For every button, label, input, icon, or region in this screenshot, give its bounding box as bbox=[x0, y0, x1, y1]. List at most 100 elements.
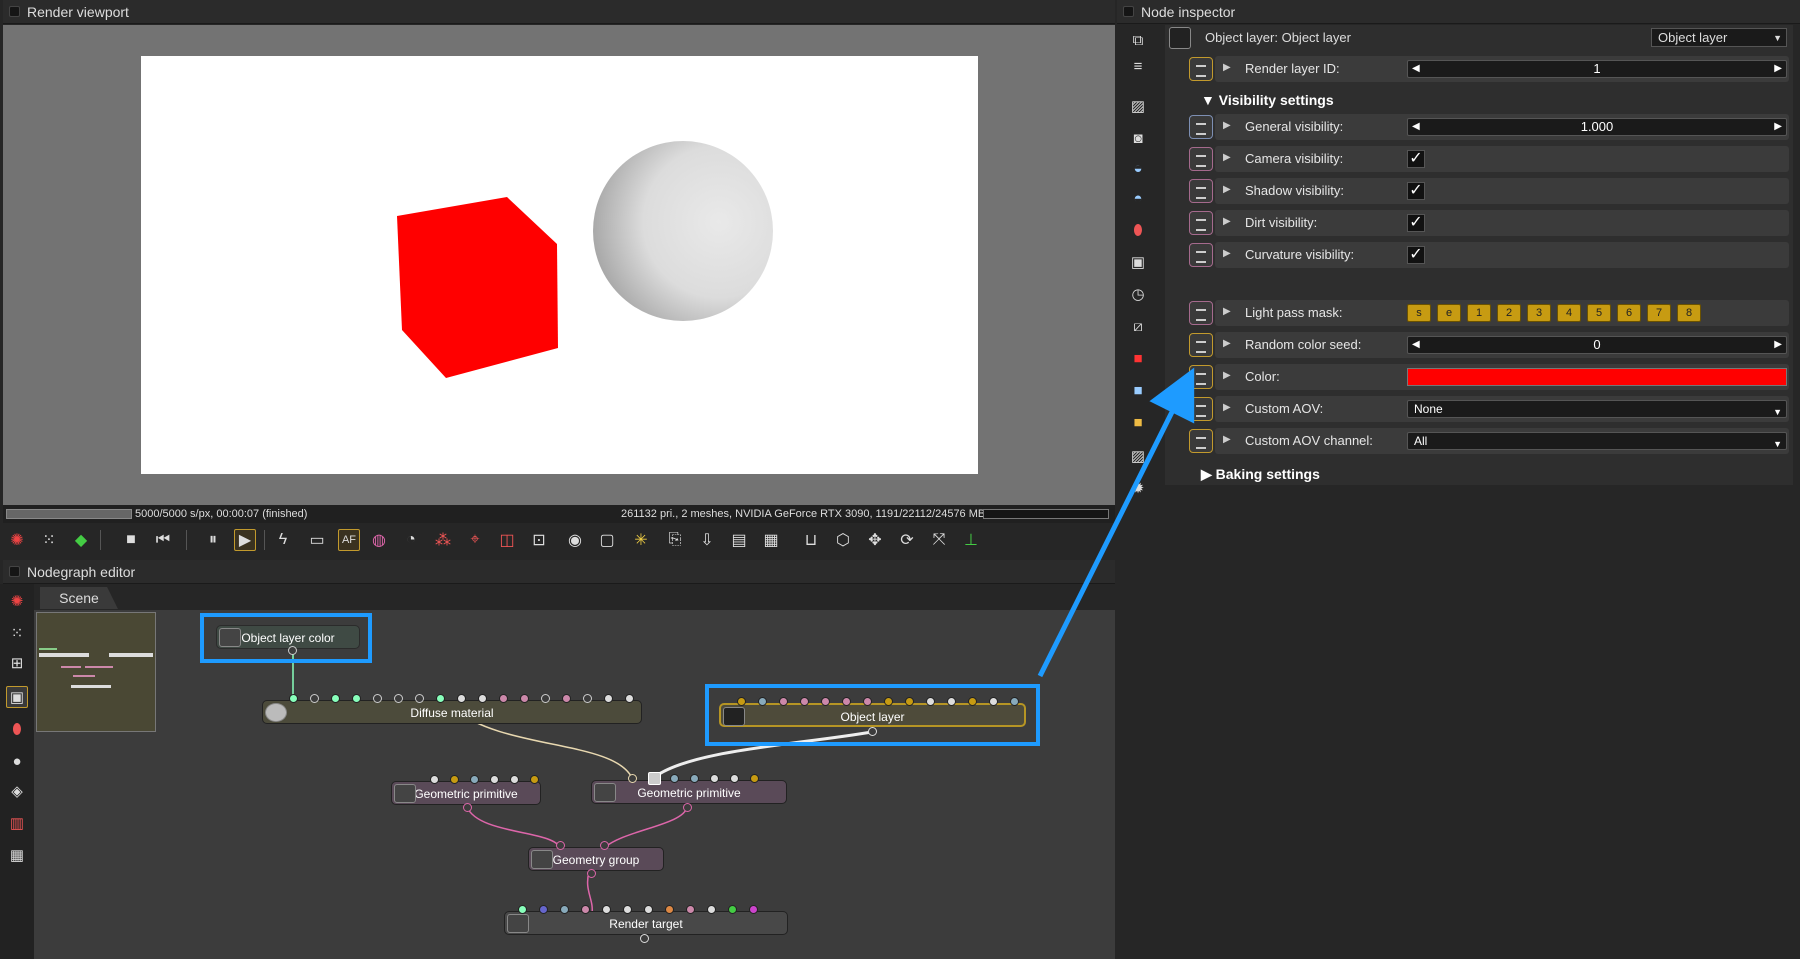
expand-arrow-icon[interactable]: ▶ bbox=[1223, 248, 1231, 259]
input-pin[interactable] bbox=[430, 775, 439, 784]
expand-arrow-icon[interactable]: ▶ bbox=[1223, 216, 1231, 227]
input-pin[interactable] bbox=[310, 694, 319, 703]
axis-icon[interactable]: ⊥ bbox=[960, 529, 982, 551]
mask-param-icon[interactable] bbox=[1189, 301, 1213, 325]
pane-toggle-icon[interactable] bbox=[9, 6, 20, 17]
bool-param-icon[interactable] bbox=[1189, 147, 1213, 171]
expand-arrow-icon[interactable]: ▶ bbox=[1223, 184, 1231, 195]
expand-arrow-icon[interactable]: ▶ bbox=[1223, 338, 1231, 349]
input-pin[interactable] bbox=[710, 774, 719, 783]
input-pin[interactable] bbox=[520, 694, 529, 703]
picture-icon[interactable]: ▨ bbox=[1127, 445, 1149, 467]
expand-arrow-icon[interactable]: ▶ bbox=[1223, 120, 1231, 131]
input-pin[interactable] bbox=[600, 841, 609, 850]
input-pin[interactable] bbox=[373, 694, 382, 703]
input-pin[interactable] bbox=[623, 905, 632, 914]
bool-param-icon[interactable] bbox=[1189, 211, 1213, 235]
transform-icon[interactable]: ⧄ bbox=[1127, 315, 1149, 337]
input-pin[interactable] bbox=[730, 774, 739, 783]
environment-icon[interactable]: ◒ bbox=[1127, 157, 1149, 179]
float-param-icon[interactable] bbox=[1189, 115, 1213, 139]
input-pin[interactable] bbox=[352, 694, 361, 703]
clock-icon[interactable]: ◷ bbox=[1127, 283, 1149, 305]
image-icon[interactable]: ▨ bbox=[1127, 95, 1149, 117]
input-pin[interactable] bbox=[670, 774, 679, 783]
input-pin[interactable] bbox=[581, 905, 590, 914]
pane-toggle-icon[interactable] bbox=[1123, 6, 1134, 17]
int-param-icon[interactable] bbox=[1189, 57, 1213, 81]
restart-render-icon[interactable]: ⏮ bbox=[152, 529, 174, 551]
expand-arrow-icon[interactable]: ▶ bbox=[1223, 370, 1231, 381]
custom-aov-channel-dropdown[interactable]: All ▼ bbox=[1407, 432, 1787, 450]
node-render-target[interactable]: Render target bbox=[504, 911, 788, 935]
pause-render-icon[interactable]: ⏸ bbox=[202, 529, 224, 551]
expand-arrow-icon[interactable]: ▶ bbox=[1223, 306, 1231, 317]
light-pass-2[interactable]: 2 bbox=[1497, 304, 1521, 322]
input-pin[interactable] bbox=[625, 694, 634, 703]
material-icon[interactable]: ⬮ bbox=[1127, 219, 1149, 241]
input-pin[interactable] bbox=[583, 694, 592, 703]
input-pin[interactable] bbox=[728, 905, 737, 914]
expand-arrow-icon[interactable]: ▶ bbox=[1223, 152, 1231, 163]
light-pass-s[interactable]: s bbox=[1407, 304, 1431, 322]
expand-arrow-icon[interactable]: ▶ bbox=[1223, 402, 1231, 413]
table-icon[interactable]: ▦ bbox=[6, 844, 28, 866]
input-pin[interactable] bbox=[604, 694, 613, 703]
input-pin[interactable] bbox=[436, 694, 445, 703]
material-icon[interactable]: ⬮ bbox=[6, 718, 28, 740]
monitor-icon[interactable]: ▭ bbox=[306, 529, 328, 551]
layers-icon[interactable]: ≡ bbox=[1127, 55, 1149, 77]
lock-icon[interactable]: ⊔ bbox=[800, 529, 822, 551]
expand-arrow-icon[interactable]: ▶ bbox=[1223, 434, 1231, 445]
node-type-dropdown[interactable]: Object layer ▼ bbox=[1651, 28, 1787, 47]
decal-icon[interactable]: ✳ bbox=[630, 529, 652, 551]
recenter-icon[interactable]: ⊞ bbox=[6, 652, 28, 674]
int-param-icon[interactable] bbox=[1189, 333, 1213, 357]
whitebalance-picker-icon[interactable]: ◫ bbox=[496, 529, 518, 551]
input-pin[interactable] bbox=[750, 774, 759, 783]
output-pin[interactable] bbox=[683, 803, 692, 812]
input-pin[interactable] bbox=[628, 774, 637, 783]
camera-icon[interactable]: ◙ bbox=[1127, 127, 1149, 149]
dirt-visibility-checkbox[interactable]: ✓ bbox=[1407, 214, 1425, 232]
render-layer-id-slider[interactable]: ◀ 1 ▶ bbox=[1407, 60, 1787, 78]
checker-icon[interactable]: ▦ bbox=[760, 529, 782, 551]
rgb-cube-icon[interactable]: ◆ bbox=[70, 529, 92, 551]
region-icon[interactable]: ⊡ bbox=[528, 529, 550, 551]
input-pin[interactable] bbox=[707, 905, 716, 914]
pane-toggle-icon[interactable] bbox=[9, 566, 20, 577]
baking-settings-header[interactable]: ▶ Baking settings bbox=[1201, 466, 1320, 483]
input-pin[interactable] bbox=[394, 694, 403, 703]
input-pin[interactable] bbox=[560, 905, 569, 914]
blue-cube-icon[interactable]: ■ bbox=[1127, 379, 1149, 401]
node-geometric-primitive-2[interactable]: Geometric primitive bbox=[591, 780, 787, 804]
curvature-visibility-checkbox[interactable]: ✓ bbox=[1407, 246, 1425, 264]
scale-icon[interactable]: ⤧ bbox=[928, 529, 950, 551]
save-icon[interactable]: ⇩ bbox=[696, 529, 718, 551]
color-swatch[interactable] bbox=[1407, 368, 1787, 386]
octane-logo-icon[interactable]: ✺ bbox=[6, 529, 28, 551]
custom-aov-dropdown[interactable]: None ▼ bbox=[1407, 400, 1787, 418]
material-picker-icon[interactable]: ◔ bbox=[400, 529, 422, 551]
input-pin-connected[interactable] bbox=[648, 772, 661, 785]
color-param-icon[interactable] bbox=[1189, 365, 1213, 389]
lightning-icon[interactable]: ϟ bbox=[272, 529, 294, 551]
move-icon[interactable]: ✥ bbox=[864, 529, 886, 551]
enum-param-icon[interactable] bbox=[1189, 397, 1213, 421]
light-pass-6[interactable]: 6 bbox=[1617, 304, 1641, 322]
bool-param-icon[interactable] bbox=[1189, 179, 1213, 203]
octane-logo-icon[interactable]: ✺ bbox=[6, 590, 28, 612]
cube-view-icon[interactable]: ⬡ bbox=[832, 529, 854, 551]
output-pin[interactable] bbox=[640, 934, 649, 943]
tab-scene[interactable]: Scene bbox=[40, 587, 118, 609]
render-viewport[interactable] bbox=[3, 25, 1115, 505]
input-pin[interactable] bbox=[478, 694, 487, 703]
light-pass-5[interactable]: 5 bbox=[1587, 304, 1611, 322]
color-picker-icon[interactable]: ◍ bbox=[368, 529, 390, 551]
input-pin[interactable] bbox=[690, 774, 699, 783]
kernel-icon[interactable]: ◓ bbox=[1127, 187, 1149, 209]
render-canvas[interactable] bbox=[141, 56, 978, 474]
red-cube-icon[interactable]: ■ bbox=[1127, 347, 1149, 369]
texture-icon[interactable]: ◈ bbox=[6, 780, 28, 802]
input-pin[interactable] bbox=[644, 905, 653, 914]
